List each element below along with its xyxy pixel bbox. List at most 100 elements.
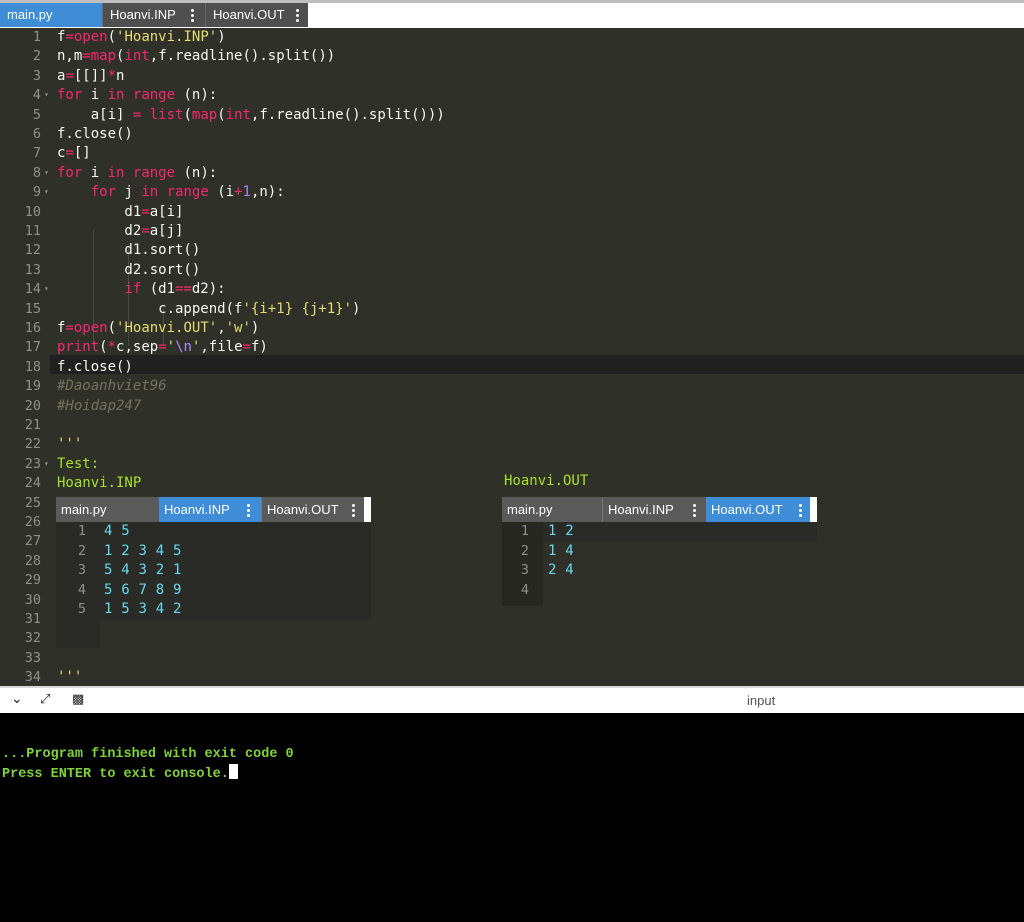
code-line[interactable]: d1.sort() — [57, 241, 200, 260]
code-line[interactable]: #Daoanhviet96 — [57, 377, 167, 396]
line-number: 23 — [24, 455, 41, 472]
line-number: 7 — [32, 145, 41, 162]
inp-shot-body: 1 2 3 4 5 4 5 1 2 3 4 5 5 4 3 2 1 5 6 7 8 9 1 5 … — [56, 522, 371, 648]
mini-tab-hoanvi-out: Hoanvi.OUT — [706, 497, 810, 522]
chevron-down-icon[interactable]: ⌄ — [11, 691, 23, 707]
line-number: 25 — [24, 494, 41, 511]
mini-line-number: 5 — [77, 601, 86, 617]
code-line[interactable]: n,m=map(int,f.readline().split()) — [57, 47, 335, 66]
line-number: 26 — [24, 514, 41, 530]
out-shot-tab-bar: main.py Hoanvi.INP Hoanvi.OUT — [502, 497, 817, 522]
tab-menu-icon[interactable] — [189, 3, 197, 27]
line-number: 21 — [24, 417, 41, 433]
line-number: 15 — [24, 300, 41, 317]
mini-line-number: 1 — [77, 523, 86, 539]
inp-shot-tab-bar: main.py Hoanvi.INP Hoanvi.OUT — [56, 497, 371, 522]
mini-tab-label: main.py — [61, 502, 107, 517]
code-line[interactable]: Hoanvi.INP — [57, 474, 141, 493]
fold-arrow-icon[interactable]: ▾ — [44, 284, 49, 293]
code-line[interactable]: c=[] — [57, 144, 91, 163]
fold-arrow-icon[interactable]: ▾ — [44, 187, 49, 196]
mini-line-number: 3 — [77, 562, 86, 578]
console-header: ⌄ ⤢ ▩ input — [0, 686, 1024, 713]
mini-tab-label: Hoanvi.OUT — [267, 502, 339, 517]
line-number: 4 — [32, 87, 41, 104]
code-line[interactable]: Test: — [57, 455, 99, 474]
line-number: 19 — [24, 378, 41, 395]
mini-line-number: 3 — [520, 562, 529, 578]
clear-console-icon[interactable]: ▩ — [72, 692, 84, 707]
mini-tab-main-py: main.py — [502, 497, 602, 522]
mini-row: 1 2 3 4 5 — [104, 542, 182, 559]
code-line[interactable]: f.close() — [57, 125, 133, 144]
code-line[interactable]: for j in range (i+1,n): — [57, 183, 285, 202]
line-number: 3 — [32, 67, 41, 84]
line-number: 31 — [24, 611, 41, 627]
code-line[interactable]: d1=a[i] — [57, 203, 183, 222]
editor-tab-bar: main.py Hoanvi.INP Hoanvi.OUT — [0, 0, 1024, 28]
code-line[interactable]: ''' — [57, 668, 82, 687]
expand-icon[interactable]: ⤢ — [40, 692, 50, 707]
line-number: 18 — [24, 358, 41, 375]
mini-tab-label: main.py — [507, 502, 553, 517]
input-label[interactable]: input — [747, 693, 775, 708]
mini-row: 5 6 7 8 9 — [104, 581, 182, 598]
fold-arrow-icon[interactable]: ▾ — [44, 459, 49, 468]
tab-label: Hoanvi.INP — [110, 7, 176, 22]
tab-hoanvi-out[interactable]: Hoanvi.OUT — [205, 3, 308, 27]
code-line[interactable]: #Hoidap247 — [57, 397, 141, 416]
code-editor[interactable]: 1 2 3 4 ▾ 5 6 7 8 ▾ 9 ▾ 10 11 12 13 14 ▾ 15 16 17 18 19 20 21 22 2… — [0, 28, 1024, 686]
code-line[interactable]: print(*c,sep='\n',file=f) — [57, 338, 268, 357]
tab-label: Hoanvi.OUT — [213, 7, 285, 22]
fold-arrow-icon[interactable]: ▾ — [44, 168, 49, 177]
console-line-text: Press ENTER to exit console. — [2, 767, 229, 782]
line-number: 12 — [24, 242, 41, 259]
mini-tab-hoanvi-out: Hoanvi.OUT — [261, 497, 364, 522]
current-line-highlight — [50, 355, 1024, 375]
code-line[interactable]: d2.sort() — [57, 261, 200, 280]
mini-tab-label: Hoanvi.OUT — [711, 502, 783, 517]
code-line[interactable]: c.append(f'{i+1} {j+1}') — [57, 300, 360, 319]
line-number: 33 — [24, 649, 41, 666]
line-number: 11 — [24, 223, 41, 239]
mini-tab-hoanvi-inp: Hoanvi.INP — [159, 497, 261, 522]
line-number: 1 — [32, 29, 41, 45]
line-number-gutter: 1 2 3 4 ▾ 5 6 7 8 ▾ 9 ▾ 10 11 12 13 14 ▾ 15 16 17 18 19 20 21 22 2… — [0, 28, 50, 686]
code-line[interactable]: d2=a[j] — [57, 222, 183, 241]
code-line[interactable]: for i in range (n): — [57, 164, 217, 183]
code-line[interactable]: a[i] = list(map(int,f.readline().split()… — [57, 106, 445, 125]
inp-screenshot: main.py Hoanvi.INP Hoanvi.OUT 12345 4 51… — [56, 497, 371, 648]
out-shot-body: 1 2 3 4 1 2 1 4 2 4 — [502, 522, 817, 606]
code-line[interactable]: for i in range (n): — [57, 86, 217, 105]
mini-line-number: 2 — [520, 542, 529, 559]
tab-menu-icon[interactable] — [294, 3, 302, 27]
line-number: 22 — [24, 436, 41, 453]
mini-line-number: 4 — [520, 581, 529, 598]
line-number: 20 — [24, 397, 41, 414]
code-line[interactable]: f=open('Hoanvi.INP') — [57, 28, 226, 47]
line-number: 9 — [32, 184, 41, 201]
fold-arrow-icon[interactable]: ▾ — [44, 90, 49, 99]
line-number: 2 — [32, 48, 41, 65]
console-cursor — [228, 764, 238, 779]
line-number: 13 — [24, 261, 41, 278]
mini-line-number: 4 — [77, 581, 86, 598]
code-line[interactable]: f=open('Hoanvi.OUT','w') — [57, 319, 259, 338]
mini-line-number: 1 — [520, 523, 529, 539]
code-line[interactable]: ''' — [57, 435, 82, 454]
line-number: 17 — [24, 339, 41, 356]
line-number: 6 — [32, 126, 41, 142]
tab-main-py[interactable]: main.py — [0, 3, 102, 27]
code-line[interactable]: f.close() — [57, 358, 133, 377]
out-shot-gutter: 1 2 3 4 — [502, 522, 543, 606]
console-output[interactable]: ...Program finished with exit code 0 Pre… — [0, 713, 1024, 922]
line-number: 14 — [24, 281, 41, 298]
mini-row: 1 5 3 4 2 — [104, 601, 182, 617]
line-number: 5 — [32, 106, 41, 123]
tab-hoanvi-inp[interactable]: Hoanvi.INP — [102, 3, 205, 27]
code-line[interactable]: if (d1==d2): — [57, 280, 225, 299]
code-line[interactable]: a=[[]]*n — [57, 67, 124, 86]
line-number: 10 — [24, 203, 41, 220]
mini-tab-hoanvi-inp: Hoanvi.INP — [602, 497, 706, 522]
inp-shot-gutter: 1 2 3 4 5 — [56, 522, 100, 648]
